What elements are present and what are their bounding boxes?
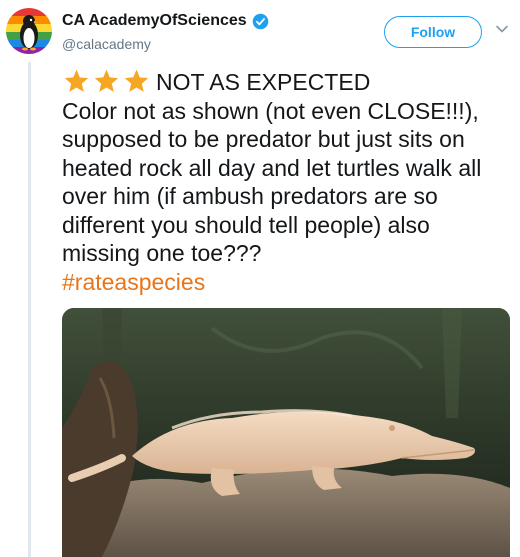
- albino-alligator-image: [62, 308, 510, 557]
- star-icon: [64, 69, 89, 92]
- chevron-down-icon[interactable]: [495, 22, 509, 36]
- account-name-row[interactable]: CA AcademyOfSciences: [62, 12, 269, 30]
- thread-line: [28, 62, 31, 557]
- star-icon: [124, 69, 149, 92]
- penguin-logo-icon: [6, 8, 52, 54]
- follow-button[interactable]: Follow: [384, 16, 482, 48]
- account-handle[interactable]: @calacademy: [62, 36, 151, 52]
- hashtag-link[interactable]: #rateaspecies: [62, 269, 205, 295]
- verified-badge-icon: [252, 13, 268, 29]
- tweet-headline: NOT AS EXPECTED: [156, 69, 371, 95]
- display-name[interactable]: CA AcademyOfSciences: [62, 12, 247, 30]
- tweet-body: Color not as shown (not even CLOSE!!!), …: [62, 97, 482, 267]
- star-icon: [94, 69, 119, 92]
- avatar[interactable]: [6, 8, 52, 54]
- tweet-photo[interactable]: [62, 308, 510, 557]
- tweet-text: NOT AS EXPECTED Color not as shown (not …: [62, 68, 512, 296]
- rating-stars: [62, 68, 152, 94]
